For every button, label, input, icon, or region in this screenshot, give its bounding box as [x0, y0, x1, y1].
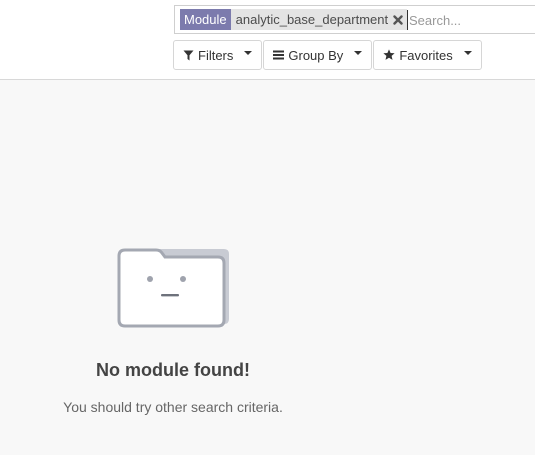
favorites-button[interactable]: Favorites — [373, 40, 482, 70]
filters-label: Filters — [198, 47, 234, 63]
empty-title: No module found! — [96, 360, 250, 380]
facet-value: analytic_base_department — [235, 12, 389, 27]
group-by-label: Group By — [288, 47, 344, 63]
bars-icon — [273, 50, 285, 60]
group-by-button[interactable]: Group By — [263, 40, 373, 70]
empty-state: No module found! You should try other se… — [0, 81, 346, 455]
facet-label: Module — [180, 9, 231, 30]
search-facet: Module analytic_base_department — [180, 9, 408, 30]
search-input[interactable] — [407, 10, 535, 30]
star-icon — [383, 49, 395, 61]
facet-values: analytic_base_department — [230, 9, 408, 30]
search-options: Filters Group By Favorites — [173, 40, 482, 70]
filters-button[interactable]: Filters — [173, 40, 263, 70]
empty-subtitle: You should try other search criteria. — [63, 399, 283, 415]
close-icon[interactable] — [393, 14, 403, 25]
sad-folder-icon — [116, 245, 232, 334]
filter-icon — [183, 50, 194, 61]
caret-down-icon — [463, 51, 472, 55]
control-panel: Module analytic_base_department Filters — [0, 0, 535, 80]
caret-down-icon — [354, 51, 363, 55]
search-bar: Module analytic_base_department — [174, 5, 535, 34]
caret-down-icon — [244, 51, 253, 55]
favorites-label: Favorites — [399, 47, 453, 63]
